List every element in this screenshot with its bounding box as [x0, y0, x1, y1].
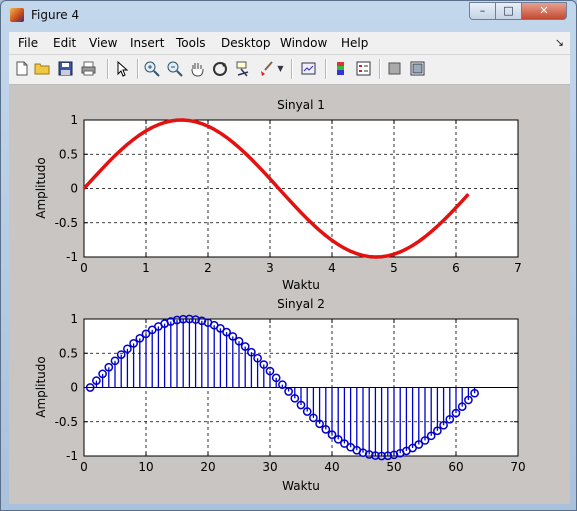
menu-window[interactable]: Window	[280, 36, 327, 50]
y-tick-label: 1	[70, 113, 78, 127]
y-axis-label: Amplitudo	[34, 356, 48, 417]
x-tick-label: 4	[328, 261, 336, 275]
hide-plot-tools-icon[interactable]	[386, 60, 403, 77]
menu-file[interactable]: File	[18, 36, 38, 50]
chart-title: Sinyal 1	[277, 98, 325, 112]
x-tick-label: 7	[514, 261, 522, 275]
maximize-button[interactable]: □	[495, 2, 522, 20]
zoom-in-icon[interactable]	[143, 60, 160, 77]
y-tick-label: -1	[66, 250, 78, 264]
data-cursor-icon[interactable]	[235, 60, 252, 77]
figure-canvas[interactable]: 0 1 2 3 4 5 6 7 1 0.5 0 -0.5 -1 Sinyal 1 Waktu Ampli…	[9, 85, 570, 504]
menu-desktop[interactable]: Desktop	[221, 36, 271, 50]
zoom-out-icon[interactable]	[166, 60, 183, 77]
legend-icon[interactable]	[355, 60, 372, 77]
menu-tools[interactable]: Tools	[176, 36, 206, 50]
window-title: Figure 4	[31, 8, 80, 22]
close-button[interactable]: ✕	[521, 2, 567, 20]
x-tick-label: 20	[200, 460, 215, 474]
menu-edit[interactable]: Edit	[53, 36, 76, 50]
rotate-3d-icon[interactable]	[212, 60, 229, 77]
menu-insert[interactable]: Insert	[130, 36, 164, 50]
x-tick-label: 70	[510, 460, 525, 474]
menu-help[interactable]: Help	[341, 36, 368, 50]
x-tick-label: 40	[324, 460, 339, 474]
x-tick-label: 0	[80, 460, 88, 474]
y-tick-label: -0.5	[55, 415, 78, 429]
colorbar-icon[interactable]	[332, 60, 349, 77]
pointer-arrow-icon[interactable]	[113, 60, 130, 77]
y-axis-label: Amplitudo	[34, 157, 48, 218]
print-icon[interactable]	[80, 60, 97, 77]
y-tick-label: 0.5	[59, 147, 78, 161]
menu-bar: File Edit View Insert Tools Desktop Wind…	[9, 32, 570, 55]
x-tick-label: 5	[390, 261, 398, 275]
x-tick-label: 10	[138, 460, 153, 474]
y-tick-label: 1	[70, 312, 78, 326]
brush-dropdown-icon[interactable]: ▼	[276, 60, 285, 77]
brush-icon[interactable]	[258, 60, 275, 77]
x-axis-label: Waktu	[282, 278, 320, 292]
figure-toolbar: ▼	[9, 55, 570, 85]
subplot-sinyal-1[interactable]: 0 1 2 3 4 5 6 7 1 0.5 0 -0.5 -1 Sinyal 1 Waktu Ampli…	[34, 98, 522, 292]
menu-view[interactable]: View	[89, 36, 117, 50]
x-tick-label: 50	[386, 460, 401, 474]
y-tick-label: 0	[70, 381, 78, 395]
y-tick-label: 0	[70, 182, 78, 196]
show-plot-tools-icon[interactable]	[409, 60, 426, 77]
menu-dock-arrow-icon[interactable]: ↘	[555, 36, 564, 49]
x-tick-label: 3	[266, 261, 274, 275]
open-file-icon[interactable]	[34, 60, 51, 77]
chart-title: Sinyal 2	[277, 297, 325, 311]
subplot-sinyal-2[interactable]: 0 10 20 30 40 50 60 70 1 0.5 0 -0.5 -1 Sinyal 2 Wakt…	[34, 297, 526, 493]
minimize-button[interactable]: –	[469, 2, 496, 20]
title-bar[interactable]: Figure 4 – □ ✕	[1, 1, 576, 31]
pan-hand-icon[interactable]	[189, 60, 206, 77]
x-tick-label: 2	[204, 261, 212, 275]
y-tick-label: 0.5	[59, 346, 78, 360]
plots-svg: 0 1 2 3 4 5 6 7 1 0.5 0 -0.5 -1 Sinyal 1 Waktu Ampli…	[34, 98, 526, 493]
x-tick-label: 6	[452, 261, 460, 275]
figure-window: Figure 4 – □ ✕ File Edit View Insert Too…	[0, 0, 577, 511]
y-tick-label: -1	[66, 449, 78, 463]
link-plot-icon[interactable]	[300, 60, 317, 77]
x-axis-label: Waktu	[282, 479, 320, 493]
save-icon[interactable]	[57, 60, 74, 77]
y-tick-label: -0.5	[55, 216, 78, 230]
new-figure-icon[interactable]	[13, 60, 30, 77]
x-tick-label: 30	[262, 460, 277, 474]
matlab-icon	[10, 8, 24, 22]
x-tick-label: 0	[80, 261, 88, 275]
x-tick-label: 60	[448, 460, 463, 474]
x-tick-label: 1	[142, 261, 150, 275]
